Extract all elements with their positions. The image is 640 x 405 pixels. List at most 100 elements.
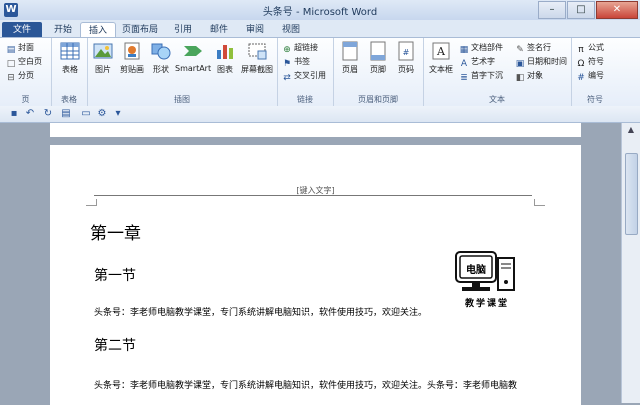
group-illustrations-label: 插图 [174, 95, 190, 104]
tab-home[interactable]: 开始 [48, 22, 78, 38]
computer-logo-image[interactable]: 电脑 教学课堂 [450, 250, 524, 315]
header-icon [342, 41, 358, 61]
tab-review[interactable]: 审阅 [240, 22, 270, 38]
wordart-icon: A [460, 59, 468, 69]
group-links: ⊕ 超链接 ⚑ 书签 ⇄ 交叉引用 链接 [277, 38, 334, 106]
clip-art-label: 剪贴画 [120, 65, 144, 74]
previous-page [50, 123, 581, 137]
minimize-button[interactable]: – [538, 1, 566, 19]
tab-mailings[interactable]: 邮件 [204, 22, 234, 38]
pi-icon: π [578, 45, 584, 55]
toolbar-dropdown-icon[interactable]: ▾ [112, 108, 124, 120]
blank-page-icon: □ [6, 59, 16, 69]
group-tables-label: 表格 [61, 95, 77, 104]
redo-icon[interactable]: ↻ [42, 108, 54, 120]
numbering-label: 编号 [588, 71, 604, 80]
print-preview-icon[interactable]: ▤ [60, 108, 72, 120]
page-break-button[interactable]: ⊟ 分页 [6, 69, 34, 83]
group-tables: 表格 表格 [51, 38, 88, 106]
object-button[interactable]: ◧ 对象 [515, 69, 543, 83]
cover-page-button[interactable]: ▤ 封面 [6, 41, 34, 55]
tab-page-layout[interactable]: 页面布局 [118, 22, 162, 38]
footer-label: 页脚 [370, 65, 386, 74]
picture-button[interactable]: 图片 [91, 40, 115, 75]
group-symbols: π 公式 Ω 符号 # 编号 符号 [571, 38, 619, 106]
paragraph-1[interactable]: 头条号：李老师电脑教学课堂，专门系统讲解电脑知识，软件使用技巧，欢迎关注。 [94, 305, 427, 318]
drop-cap-label: 首字下沉 [471, 71, 503, 80]
table-icon [60, 42, 80, 60]
drop-cap-button[interactable]: ≣ 首字下沉 [459, 69, 503, 83]
section-heading-1[interactable]: 第一节 [94, 265, 136, 285]
cover-page-icon: ▤ [6, 45, 16, 55]
open-folder-icon[interactable]: ▭ [80, 108, 92, 120]
scroll-thumb[interactable] [625, 153, 638, 235]
smartart-label: SmartArt [175, 64, 212, 73]
smartart-button[interactable]: SmartArt [175, 40, 211, 73]
chart-icon [217, 45, 233, 59]
signature-line-button[interactable]: ✎ 签名行 [515, 41, 551, 55]
tab-view[interactable]: 视图 [276, 22, 306, 38]
svg-text:A: A [436, 45, 446, 58]
footer-button[interactable]: 页脚 [365, 40, 391, 75]
margin-mark-top-right [534, 199, 545, 206]
undo-icon[interactable]: ↶ [24, 108, 36, 120]
header-button[interactable]: 页眉 [337, 40, 363, 75]
table-button[interactable]: 表格 [57, 40, 83, 75]
chapter-heading[interactable]: 第一章 [90, 219, 141, 244]
clip-art-icon [124, 42, 140, 60]
paragraph-2[interactable]: 头条号：李老师电脑教学课堂，专门系统讲解电脑知识，软件使用技巧，欢迎关注。头条号… [94, 378, 517, 391]
group-text: A 文本框 ▦ 文档部件 A 艺术字 ≣ 首字下沉 ✎ 签名行 ▣ 日期和时间 ◧ 对象 文… [423, 38, 572, 106]
object-icon: ◧ [515, 73, 525, 83]
header-label: 页眉 [342, 65, 358, 74]
wordart-label: 艺术字 [471, 57, 495, 66]
cross-reference-button[interactable]: ⇄ 交叉引用 [282, 69, 326, 83]
shapes-label: 形状 [153, 65, 169, 74]
page-number-button[interactable]: # 页码 [393, 40, 419, 75]
text-box-icon: A [432, 42, 450, 60]
object-label: 对象 [527, 71, 543, 80]
section-heading-2[interactable]: 第二节 [94, 335, 136, 355]
symbol-button[interactable]: Ω 符号 [576, 55, 604, 69]
text-box-button[interactable]: A 文本框 [427, 40, 455, 75]
tab-references[interactable]: 引用 [168, 22, 198, 38]
cover-page-label: 封面 [18, 43, 34, 52]
group-header-footer-label: 页眉和页脚 [358, 95, 398, 104]
screenshot-label: 屏幕截图 [241, 65, 273, 74]
close-button[interactable]: ✕ [596, 1, 638, 19]
logo-caption: 教学课堂 [464, 299, 509, 309]
group-links-label: 链接 [297, 95, 313, 104]
shapes-button[interactable]: 形状 [149, 40, 173, 75]
signature-line-label: 签名行 [527, 43, 551, 52]
page-number-icon: # [398, 41, 414, 61]
bookmark-button[interactable]: ⚑ 书签 [282, 55, 310, 69]
equation-label: 公式 [588, 43, 604, 52]
customize-icon[interactable]: ⚙ [96, 108, 108, 120]
chart-label: 图表 [217, 65, 233, 74]
scroll-up-icon[interactable]: ▲ [625, 125, 637, 136]
tab-file[interactable]: 文件 [2, 22, 42, 38]
maximize-button[interactable]: □ [567, 1, 595, 19]
wordart-button[interactable]: A 艺术字 [459, 55, 495, 69]
blank-page-button[interactable]: □ 空白页 [6, 55, 42, 69]
document-page[interactable]: [键入文字] 第一章 第一节 头条号：李老师电脑教学课堂，专门系统讲解电脑知识，… [50, 145, 581, 405]
title-bar: W 头条号 - Microsoft Word – □ ✕ [0, 0, 640, 21]
chart-button[interactable]: 图表 [213, 40, 237, 75]
numbering-button[interactable]: # 编号 [576, 69, 604, 83]
group-pages-label: 页 [21, 95, 30, 104]
save-icon[interactable]: ▪ [8, 108, 20, 120]
page-break-label: 分页 [18, 71, 34, 80]
screenshot-button[interactable]: 屏幕截图 [239, 40, 275, 75]
date-time-label: 日期和时间 [527, 57, 567, 66]
equation-button[interactable]: π 公式 [576, 41, 604, 55]
cross-reference-icon: ⇄ [283, 73, 291, 83]
hyperlink-button[interactable]: ⊕ 超链接 [282, 41, 318, 55]
svg-text:#: # [403, 48, 410, 57]
blank-page-label: 空白页 [18, 57, 42, 66]
omega-icon: Ω [577, 59, 585, 69]
quick-parts-button[interactable]: ▦ 文档部件 [459, 41, 503, 55]
drop-cap-icon: ≣ [460, 73, 468, 83]
vertical-scrollbar[interactable]: ▲ [621, 123, 640, 403]
date-time-button[interactable]: ▣ 日期和时间 [515, 55, 567, 69]
clip-art-button[interactable]: 剪贴画 [117, 40, 147, 75]
document-area: [键入文字] 第一章 第一节 头条号：李老师电脑教学课堂，专门系统讲解电脑知识，… [0, 123, 622, 405]
